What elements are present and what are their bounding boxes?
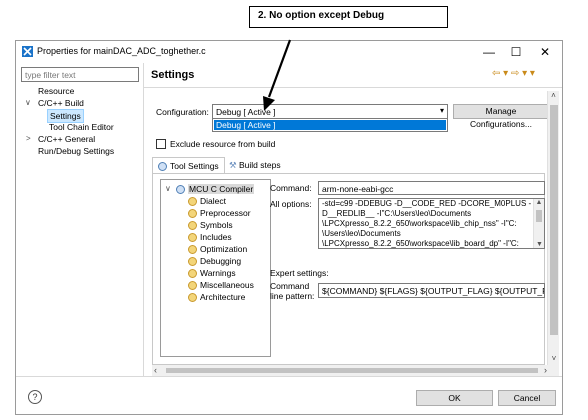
tool-tree-item-label: Optimization (200, 244, 248, 254)
settings-icon (188, 269, 197, 279)
tool-tree-item-label: Dialect (200, 196, 226, 206)
tool-tree-item-label: Miscellaneous (200, 280, 254, 290)
tree-item-cc-general[interactable]: C/C++ General (38, 133, 95, 145)
tab-bar: Tool Settings ⚒ Build steps (152, 157, 545, 174)
chevron-left-icon[interactable]: ‹ (154, 365, 157, 375)
header-divider (144, 87, 562, 88)
tool-tree-item-label: Architecture (200, 292, 246, 302)
option-line: \LPCXpresso_8.2.2_650\workspace\lib_chip… (322, 219, 517, 228)
pattern-label-1: Command (270, 281, 310, 291)
tool-tree-item[interactable]: Architecture (188, 291, 245, 303)
filter-input[interactable]: type filter text (21, 67, 139, 82)
chevron-down-icon: ▾ (439, 106, 444, 115)
chevron-down-icon[interactable]: ∨ (165, 184, 171, 193)
tool-tree: ∨ MCU C Compiler Dialect Preprocessor Sy… (160, 179, 271, 357)
pattern-label-2: line pattern: (270, 291, 315, 301)
exclude-checkbox[interactable] (156, 139, 166, 149)
settings-vertical-scrollbar[interactable]: ˄ ˅ (547, 91, 559, 365)
tab-label: Tool Settings (170, 161, 219, 171)
ok-button[interactable]: OK (416, 390, 493, 406)
cancel-button[interactable]: Cancel (498, 390, 556, 406)
footer-divider (16, 376, 562, 377)
app-icon (22, 46, 33, 57)
scroll-down-icon[interactable]: ▼ (534, 241, 544, 248)
tool-tree-item[interactable]: Debugging (188, 255, 241, 267)
tool-tree-item[interactable]: Optimization (188, 243, 247, 255)
settings-horizontal-scrollbar[interactable]: ‹ › (152, 365, 559, 376)
tree-item-tool-chain-editor[interactable]: Tool Chain Editor (49, 121, 114, 133)
horizontal-scroll-thumb[interactable] (166, 368, 538, 373)
options-scrollbar[interactable]: ▲ ▼ (533, 199, 544, 248)
tab-build-steps[interactable]: ⚒ Build steps (224, 157, 286, 174)
nav-arrows-icon[interactable]: ⇦ ▾ ⇨ ▾ ▾ (492, 68, 535, 79)
tool-settings-icon (158, 162, 167, 172)
command-line-pattern-input[interactable]: ${COMMAND} ${FLAGS} ${OUTPUT_FLAG} ${OUT… (318, 283, 545, 298)
all-options-textarea[interactable]: -std=c99 -DDEBUG -D__CODE_RED -DCORE_M0P… (318, 198, 545, 249)
tool-tree-item[interactable]: Symbols (188, 219, 233, 231)
settings-icon (188, 293, 197, 303)
tool-tree-root-label: MCU C Compiler (188, 184, 255, 194)
settings-icon (188, 257, 197, 267)
exclude-label: Exclude resource from build (170, 139, 276, 149)
chevron-right-icon[interactable]: > (26, 134, 31, 143)
option-line: -std=c99 -DDEBUG -D__CODE_RED -DCORE_M0P… (322, 199, 532, 208)
tool-tree-item-label: Warnings (200, 268, 236, 278)
close-button[interactable]: ✕ (534, 44, 556, 60)
settings-icon (188, 209, 197, 219)
tool-tree-root[interactable]: MCU C Compiler (176, 183, 255, 195)
tab-tool-settings[interactable]: Tool Settings (152, 157, 225, 174)
minimize-button[interactable]: — (478, 44, 500, 60)
tool-tree-item-label: Preprocessor (200, 208, 251, 218)
tool-tree-item[interactable]: Miscellaneous (188, 279, 254, 291)
configuration-select[interactable]: Debug [ Active ] ▾ (212, 104, 448, 119)
option-line: \Users\leo\Documents (322, 229, 401, 238)
all-options-label: All options: (270, 199, 312, 209)
command-label: Command: (270, 183, 312, 193)
dropdown-option-debug[interactable]: Debug [ Active ] (214, 120, 446, 130)
vertical-scroll-thumb[interactable] (550, 105, 558, 335)
options-scroll-thumb[interactable] (536, 210, 542, 222)
settings-icon (188, 221, 197, 231)
configuration-value: Debug [ Active ] (216, 107, 276, 117)
configuration-label: Configuration: (156, 107, 209, 117)
tool-tree-item[interactable]: Warnings (188, 267, 236, 279)
tool-tree-item[interactable]: Includes (188, 231, 232, 243)
annotation-callout: 2. No option except Debug (249, 6, 448, 28)
tree-item-cc-build[interactable]: C/C++ Build (38, 97, 84, 109)
option-line: D__REDLIB__ -I"C:\Users\leo\Documents (322, 209, 472, 218)
settings-icon (188, 233, 197, 243)
compiler-icon (176, 185, 185, 195)
tool-tree-item[interactable]: Preprocessor (188, 207, 251, 219)
settings-icon (188, 197, 197, 207)
chevron-down-icon[interactable]: ˅ (548, 354, 560, 363)
help-icon[interactable]: ? (28, 390, 42, 404)
expert-settings-label: Expert settings: (270, 268, 329, 278)
page-title: Settings (151, 69, 195, 81)
build-steps-icon: ⚒ (229, 160, 237, 170)
settings-icon (188, 245, 197, 255)
settings-icon (188, 281, 197, 291)
configuration-dropdown: Debug [ Active ] (212, 118, 448, 132)
tool-tree-item-label: Includes (200, 232, 232, 242)
scroll-up-icon[interactable]: ▲ (534, 199, 544, 206)
properties-dialog: Properties for mainDAC_ADC_toghether.c —… (15, 40, 563, 415)
manage-configurations-button[interactable]: Manage Configurations... (453, 104, 549, 129)
tree-item-run-debug-settings[interactable]: Run/Debug Settings (38, 145, 114, 157)
tool-tree-item-label: Symbols (200, 220, 233, 230)
tool-tree-item[interactable]: Dialect (188, 195, 226, 207)
title-bar: Properties for mainDAC_ADC_toghether.c —… (16, 41, 562, 63)
chevron-down-icon[interactable]: ∨ (25, 98, 31, 107)
option-line: \LPCXpresso_8.2.2_650\workspace\lib_boar… (322, 239, 519, 248)
tab-label: Build steps (239, 160, 281, 170)
command-input[interactable]: arm-none-eabi-gcc (318, 181, 545, 195)
window-title: Properties for mainDAC_ADC_toghether.c (37, 46, 206, 56)
pane-splitter[interactable] (143, 63, 144, 376)
maximize-button[interactable]: ☐ (505, 44, 527, 60)
tree-item-resource[interactable]: Resource (38, 85, 74, 97)
chevron-right-icon[interactable]: › (544, 365, 547, 375)
chevron-up-icon[interactable]: ˄ (548, 91, 559, 100)
tool-tree-item-label: Debugging (200, 256, 242, 266)
